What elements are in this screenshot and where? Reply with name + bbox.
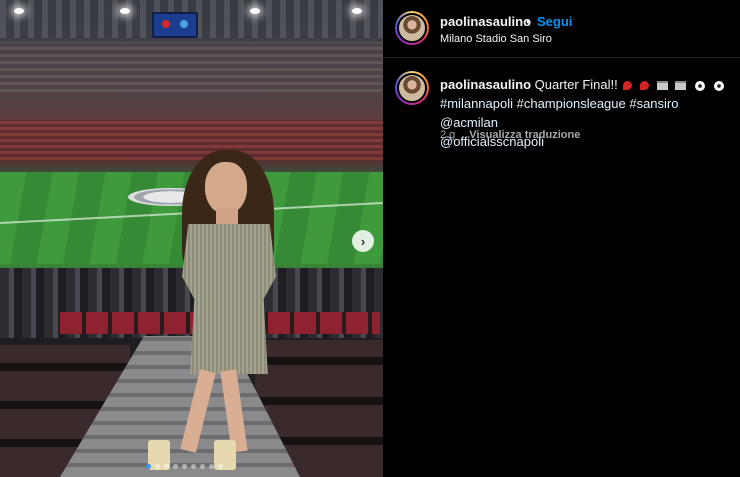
carousel-dots — [146, 464, 223, 469]
stadium-icon — [675, 81, 687, 91]
pepper-icon — [639, 81, 649, 91]
carousel-next-button[interactable]: › — [352, 230, 374, 252]
location-link[interactable]: Milano Stadio San Siro — [440, 33, 552, 45]
pepper-icon — [623, 81, 633, 91]
upper-stands — [0, 42, 383, 92]
lower-stands — [0, 120, 383, 160]
soccer-ball-icon — [694, 80, 705, 91]
floodlight — [352, 8, 362, 14]
separator-dot: • — [526, 14, 531, 29]
caption-username[interactable]: paolinasaulino — [440, 77, 531, 92]
timestamp: 2 g — [440, 129, 456, 141]
carousel-dot — [146, 464, 151, 469]
see-translation-button[interactable]: Visualizza traduzione — [469, 129, 580, 141]
carousel-dot — [182, 464, 187, 469]
post-photo[interactable]: › — [0, 0, 383, 477]
post-side-panel: paolinasaulino • Segui Milano Stadio San… — [383, 0, 740, 477]
stadium-icon — [656, 81, 668, 91]
caption-text: Quarter Final!! — [534, 77, 618, 92]
soccer-ball-icon — [714, 80, 725, 91]
carousel-dot — [191, 464, 196, 469]
carousel-dot — [164, 464, 169, 469]
avatar[interactable] — [395, 11, 429, 45]
carousel-dot — [200, 464, 205, 469]
floodlight — [120, 8, 130, 14]
carousel-dot — [218, 464, 223, 469]
carousel-dot — [155, 464, 160, 469]
woman-face — [205, 162, 247, 214]
caption-tags-line1[interactable]: #milannapoli #championsleague #sansiro @… — [440, 96, 679, 130]
header-username[interactable]: paolinasaulino — [440, 14, 531, 29]
carousel-dot — [173, 464, 178, 469]
caption-avatar[interactable] — [395, 71, 429, 105]
scoreboard — [152, 12, 198, 38]
floodlight — [250, 8, 260, 14]
post-meta: 2 g Visualizza traduzione — [440, 129, 580, 141]
chevron-right-icon: › — [360, 233, 366, 249]
follow-button[interactable]: Segui — [537, 14, 572, 29]
post-header: paolinasaulino • Segui Milano Stadio San… — [383, 0, 740, 58]
floodlight — [14, 8, 24, 14]
carousel-dot — [209, 464, 214, 469]
